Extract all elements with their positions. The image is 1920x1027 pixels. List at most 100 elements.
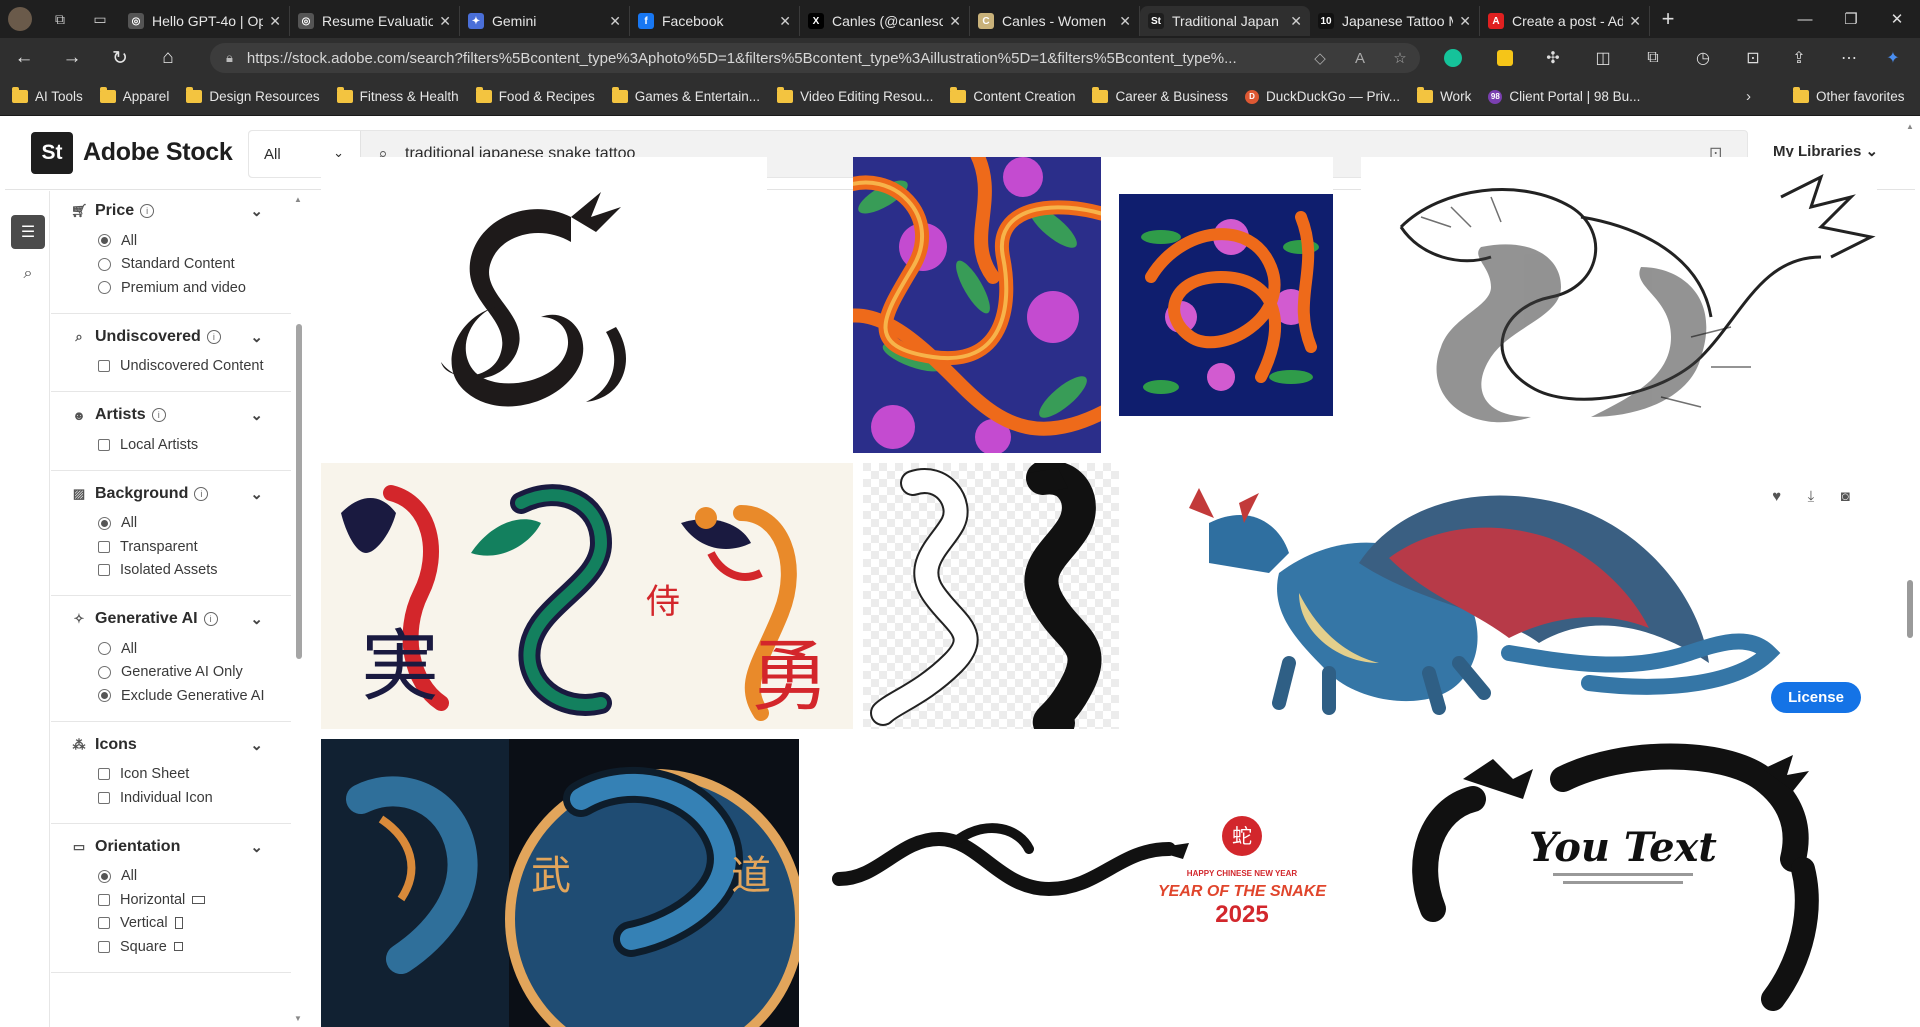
filter-header[interactable]: ✧ Generative AI i ⌄ [71, 610, 291, 628]
result-snake-outline-silhouette[interactable] [863, 463, 1119, 729]
checkbox[interactable] [98, 564, 110, 577]
tracking-icon[interactable]: ◇ [1300, 49, 1340, 67]
bookmark-item[interactable]: AI Tools [12, 87, 83, 104]
bookmark-item[interactable]: Career & Business [1092, 87, 1228, 104]
close-window-icon[interactable]: ✕ [1874, 0, 1920, 38]
filter-option[interactable]: Icon Sheet [71, 763, 291, 787]
filter-option[interactable]: Square [71, 935, 291, 959]
browser-tab[interactable]: A Create a post - Ad ✕ [1480, 6, 1650, 36]
browser-tab[interactable]: f Facebook ✕ [630, 6, 800, 36]
filters-icon[interactable]: ☰ [11, 215, 45, 249]
license-button[interactable]: License [1771, 682, 1861, 713]
filter-header[interactable]: ⌕ Undiscovered i ⌄ [71, 328, 291, 346]
heart-icon[interactable]: ♥ [1772, 488, 1781, 505]
page-scrollbar[interactable]: ▲ [1905, 118, 1915, 1027]
filter-option[interactable]: Isolated Assets [71, 559, 291, 583]
filter-option[interactable]: Premium and video [71, 276, 291, 300]
result-three-dragons-kanji[interactable]: 実 侍 勇 [321, 463, 853, 729]
filter-header[interactable]: ⁂ Icons ⌄ [71, 736, 291, 754]
checkbox[interactable] [98, 791, 110, 804]
page-scroll-up-icon[interactable]: ▲ [1906, 122, 1914, 131]
result-blue-dragon-emblem[interactable]: 武 道 [321, 739, 799, 1027]
other-favorites[interactable]: Other favorites [1793, 87, 1905, 104]
checkbox[interactable] [98, 893, 110, 906]
radio-button[interactable] [98, 281, 111, 295]
screenshot-icon[interactable]: ⊡ [1734, 38, 1772, 78]
radio-button[interactable] [98, 689, 111, 703]
close-tab-icon[interactable]: ✕ [439, 13, 451, 30]
info-icon[interactable]: i [203, 612, 218, 626]
filter-option[interactable]: Local Artists [71, 433, 291, 457]
close-tab-icon[interactable]: ✕ [1629, 13, 1641, 30]
filter-option[interactable]: Exclude Generative AI [71, 684, 291, 708]
filter-option[interactable]: Standard Content [71, 253, 291, 277]
bookmark-item[interactable]: 98 Client Portal | 98 Bu... [1488, 89, 1640, 104]
filter-option[interactable]: Generative AI Only [71, 661, 291, 685]
browser-tab[interactable]: ✦ Gemini ✕ [460, 6, 630, 36]
browser-tab[interactable]: 10 Japanese Tattoo M ✕ [1310, 6, 1480, 36]
page-scroll-thumb[interactable] [1907, 580, 1913, 638]
radio-button[interactable] [98, 257, 111, 271]
info-icon[interactable]: i [206, 329, 221, 344]
filter-option[interactable]: Horizontal [71, 888, 291, 912]
search-settings-icon[interactable]: ⌕ [11, 257, 45, 291]
close-tab-icon[interactable]: ✕ [609, 13, 621, 30]
filter-option[interactable]: All [71, 865, 291, 889]
filter-option[interactable]: Undiscovered Content [71, 355, 291, 379]
grammarly-icon[interactable] [1434, 38, 1472, 78]
filter-header[interactable]: ▨ Background i ⌄ [71, 485, 291, 503]
close-tab-icon[interactable]: ✕ [949, 13, 961, 30]
new-tab-button[interactable]: + [1650, 6, 1686, 32]
result-snakes-floral-tile[interactable] [1101, 157, 1333, 453]
extension-yellow-icon[interactable] [1486, 38, 1524, 78]
bookmark-item[interactable]: Games & Entertain... [611, 87, 760, 104]
adobe-stock-logo[interactable]: St [31, 132, 73, 174]
url-field[interactable]: 🔒︎ https://stock.adobe.com/search?filter… [210, 43, 1420, 73]
checkbox[interactable] [98, 917, 110, 930]
filter-scrollbar[interactable]: ▲ ▼ [293, 191, 304, 1027]
filter-option[interactable]: All [71, 229, 291, 253]
result-year-of-snake-2025[interactable]: 蛇 HAPPY CHINESE NEW YEAR YEAR OF THE SNA… [809, 739, 1373, 1027]
radio-button[interactable] [98, 642, 111, 656]
collections-icon[interactable]: ⧉ [1634, 38, 1672, 78]
copilot-icon[interactable]: ✦ [1874, 38, 1912, 78]
result-dragon-black-tribal[interactable] [321, 157, 767, 453]
scroll-down-icon[interactable]: ▼ [294, 1014, 302, 1023]
result-dragon-sketch[interactable] [1361, 157, 1877, 453]
read-aloud-icon[interactable]: A [1340, 50, 1380, 67]
result-dragon-frame-you-text[interactable]: You Text [1383, 739, 1877, 1027]
workspaces-icon[interactable]: ⧉ [40, 0, 80, 38]
extensions-icon[interactable]: ✣ [1534, 38, 1572, 78]
bookmark-item[interactable]: Design Resources [186, 87, 320, 104]
bookmark-item[interactable]: D DuckDuckGo — Priv... [1245, 89, 1400, 104]
filter-scroll-thumb[interactable] [296, 324, 302, 659]
browser-tab[interactable]: X Canles (@canleso ✕ [800, 6, 970, 36]
forward-icon[interactable]: → [48, 38, 96, 78]
close-tab-icon[interactable]: ✕ [1290, 13, 1302, 30]
info-icon[interactable]: i [140, 204, 155, 218]
filter-option[interactable]: Individual Icon [71, 786, 291, 810]
bookmark-item[interactable]: Content Creation [950, 87, 1075, 104]
filter-option[interactable]: All [71, 512, 291, 536]
checkbox[interactable] [98, 360, 110, 373]
checkbox[interactable] [98, 438, 110, 451]
brand-name[interactable]: Adobe Stock [83, 138, 233, 167]
info-icon[interactable]: i [194, 486, 209, 501]
close-tab-icon[interactable]: ✕ [1119, 13, 1131, 30]
close-tab-icon[interactable]: ✕ [269, 13, 281, 30]
vertical-tabs-icon[interactable]: ▭ [80, 0, 120, 38]
result-snakes-floral-pattern[interactable] [853, 157, 1101, 453]
history-icon[interactable]: ◷ [1684, 38, 1722, 78]
radio-button[interactable] [98, 869, 111, 883]
filter-header[interactable]: ▭ Orientation ⌄ [71, 838, 291, 856]
result-winged-dragon[interactable]: ♥ ⤓ ◙ License [1129, 463, 1877, 729]
more-menu-icon[interactable]: ⋯ [1830, 38, 1868, 78]
download-icon[interactable]: ⤓ [1808, 488, 1815, 505]
browser-tab[interactable]: ◎ Resume Evaluatio ✕ [290, 6, 460, 36]
camera-icon[interactable]: ◙ [1841, 488, 1850, 505]
checkbox[interactable] [98, 540, 110, 553]
filter-header[interactable]: ☻ Artists i ⌄ [71, 406, 291, 424]
favorite-star-icon[interactable]: ☆ [1380, 49, 1420, 67]
checkbox[interactable] [98, 768, 110, 781]
restore-icon[interactable]: ❐ [1828, 0, 1874, 38]
